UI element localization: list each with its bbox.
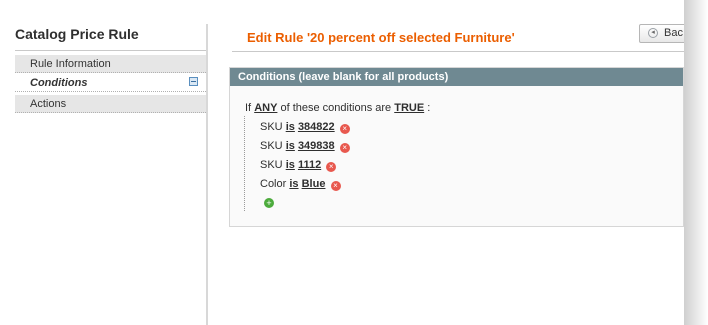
collapse-icon[interactable] bbox=[189, 77, 198, 86]
condition-value[interactable]: 349838 bbox=[298, 140, 335, 152]
if-text: If bbox=[245, 102, 252, 114]
condition-operator[interactable]: is bbox=[286, 121, 295, 133]
conditions-tree-line bbox=[244, 116, 246, 211]
condition-value[interactable]: 384822 bbox=[298, 121, 335, 133]
condition-operator[interactable]: is bbox=[286, 159, 295, 171]
sidebar-title: Catalog Price Rule bbox=[15, 26, 139, 42]
add-condition-icon[interactable]: + bbox=[264, 198, 274, 208]
condition-row: SKU is 349838 × bbox=[260, 140, 350, 153]
sidebar: Catalog Price Rule Rule Information Cond… bbox=[0, 0, 206, 325]
condition-attribute: SKU bbox=[260, 140, 283, 152]
condition-attribute: SKU bbox=[260, 159, 283, 171]
condition-row: SKU is 1112 × bbox=[260, 159, 337, 172]
value-select[interactable]: TRUE bbox=[394, 102, 424, 114]
back-arrow-icon: ◂ bbox=[648, 28, 658, 38]
conditions-fieldset: Conditions (leave blank for all products… bbox=[229, 67, 684, 227]
condition-row: SKU is 384822 × bbox=[260, 121, 350, 134]
page-edge-shadow bbox=[684, 0, 708, 325]
remove-icon[interactable]: × bbox=[330, 181, 341, 191]
conditions-aggregator-line: If ANY of these conditions are TRUE : bbox=[245, 102, 430, 114]
sidebar-divider bbox=[15, 50, 206, 51]
condition-operator[interactable]: is bbox=[286, 140, 295, 152]
condition-operator[interactable]: is bbox=[289, 178, 298, 190]
sidebar-item-label: Conditions bbox=[30, 77, 88, 89]
sidebar-item-rule-information[interactable]: Rule Information bbox=[15, 55, 206, 73]
condition-value[interactable]: 1112 bbox=[298, 159, 321, 171]
aggregator-select[interactable]: ANY bbox=[254, 102, 277, 114]
remove-icon[interactable]: × bbox=[339, 124, 350, 134]
sidebar-item-label: Actions bbox=[30, 98, 67, 110]
sidebar-item-label: Rule Information bbox=[30, 58, 111, 70]
condition-attribute: Color bbox=[260, 178, 287, 190]
title-divider bbox=[232, 51, 684, 52]
sidebar-item-actions[interactable]: Actions bbox=[15, 95, 206, 113]
remove-icon[interactable]: × bbox=[326, 162, 337, 172]
condition-row: Color is Blue × bbox=[260, 178, 341, 191]
page-title: Edit Rule '20 percent off selected Furni… bbox=[247, 30, 515, 45]
remove-icon[interactable]: × bbox=[339, 143, 350, 153]
sidebar-separator bbox=[206, 24, 208, 325]
sidebar-item-conditions[interactable]: Conditions bbox=[15, 74, 206, 92]
condition-attribute: SKU bbox=[260, 121, 283, 133]
conditions-header-label: Conditions (leave blank for all products… bbox=[238, 71, 449, 83]
back-button-label: Bac bbox=[664, 27, 683, 39]
suffix-text: : bbox=[427, 102, 431, 114]
conditions-header: Conditions (leave blank for all products… bbox=[230, 68, 683, 86]
middle-text: of these conditions are bbox=[280, 102, 392, 114]
condition-value[interactable]: Blue bbox=[302, 178, 326, 190]
